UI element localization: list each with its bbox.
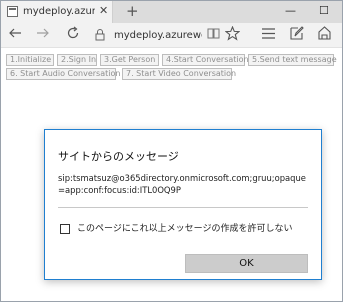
star-icon[interactable] — [224, 25, 241, 46]
sign-in-button[interactable]: 2.Sign In — [57, 54, 97, 66]
dialog-message: sip:tsmatsuz@o365directory.onmicrosoft.c… — [58, 173, 306, 195]
reading-view-icon[interactable] — [207, 27, 220, 45]
suppress-messages-checkbox[interactable] — [60, 224, 70, 234]
share-icon[interactable] — [317, 26, 332, 46]
hub-icon[interactable] — [261, 27, 276, 45]
browser-window: mydeploy.azurewebsites ✕ + — ☐ — [0, 0, 343, 302]
arrow-left-icon[interactable] — [8, 26, 22, 45]
browser-toolbar: mydeploy.azurewel — [1, 23, 342, 47]
tab-title: mydeploy.azurewebsites — [23, 6, 95, 17]
dialog-divider — [58, 207, 308, 208]
suppress-messages-label[interactable]: このページにこれ以上メッセージの作成を許可しない — [77, 223, 292, 235]
start-video-conversation-button[interactable]: 7. Start Video Conversation — [122, 68, 236, 80]
page-favicon-icon — [7, 6, 18, 17]
get-person-button[interactable]: 3.Get Person — [100, 54, 159, 66]
tab-close-icon[interactable]: ✕ — [99, 4, 108, 18]
address-bar[interactable]: mydeploy.azurewel — [114, 29, 202, 42]
send-text-message-button[interactable]: 5.Send text message — [248, 54, 337, 66]
arrow-right-icon[interactable] — [36, 26, 50, 45]
start-audio-conversation-button[interactable]: 6. Start Audio Conversation — [6, 68, 120, 80]
minimize-button[interactable]: — — [285, 4, 296, 18]
start-conversation-button[interactable]: 4.Start Conversation — [162, 54, 249, 66]
ok-button[interactable]: OK — [185, 254, 308, 273]
initialize-button[interactable]: 1.Initialize — [6, 54, 54, 66]
refresh-icon[interactable] — [66, 26, 80, 45]
tab-bar: mydeploy.azurewebsites ✕ + — ☐ — [1, 1, 342, 23]
maximize-button[interactable]: ☐ — [319, 4, 329, 18]
new-tab-button[interactable]: + — [126, 2, 139, 20]
dialog-title: サイトからのメッセージ — [58, 150, 179, 163]
alert-dialog: サイトからのメッセージ sip:tsmatsuz@o365directory.o… — [44, 129, 322, 280]
browser-tab[interactable]: mydeploy.azurewebsites ✕ — [1, 1, 113, 23]
lock-icon — [95, 28, 105, 46]
web-note-icon[interactable] — [289, 26, 304, 46]
